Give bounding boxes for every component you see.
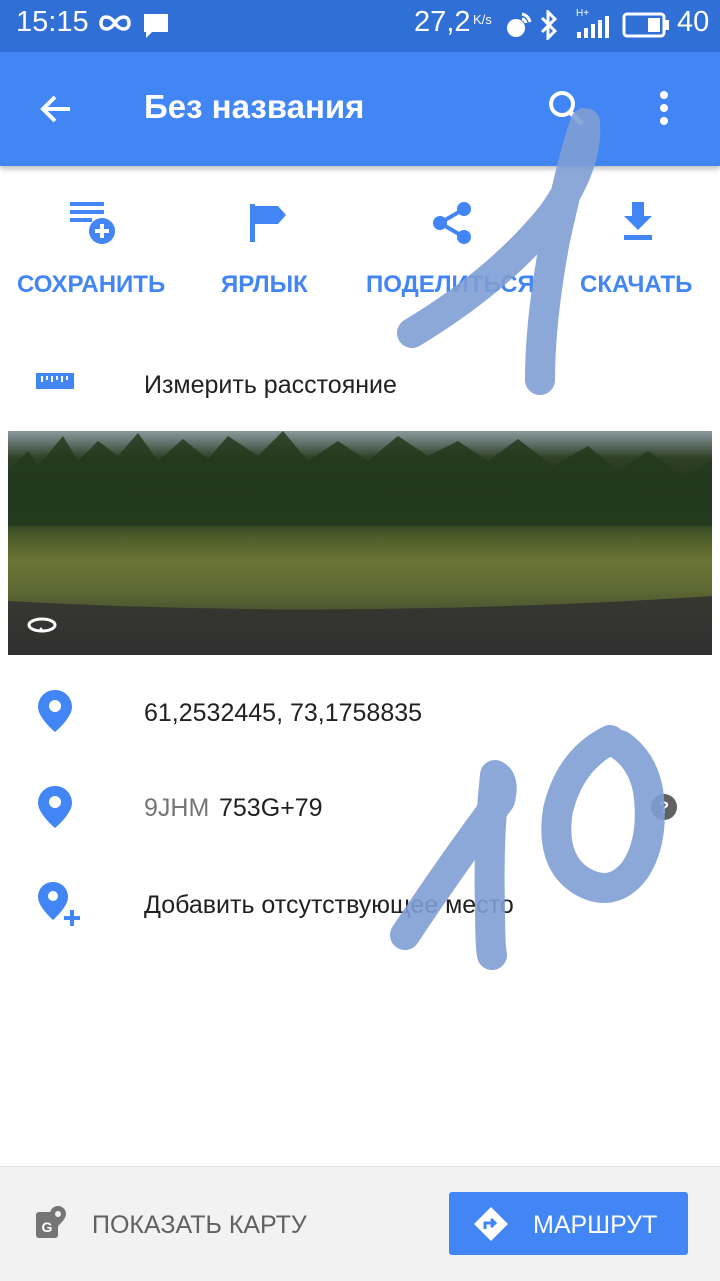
- share-label: ПОДЕЛИТЬСЯ: [366, 271, 535, 298]
- measure-distance-label: Измерить расстояние: [144, 371, 397, 399]
- plus-code-text: 753G+79: [219, 794, 323, 822]
- map-pin-icon: G: [36, 1206, 68, 1245]
- search-icon[interactable]: [546, 91, 586, 132]
- location-pin-icon: [38, 690, 72, 737]
- street-view-photo[interactable]: [8, 431, 712, 655]
- download-label: СКАЧАТЬ: [580, 271, 693, 298]
- 360-view-icon[interactable]: [26, 615, 58, 640]
- signal-icon: [576, 16, 612, 43]
- download-button[interactable]: [575, 180, 705, 320]
- flag-icon: [248, 204, 288, 247]
- bluetooth-icon: [538, 8, 560, 45]
- infinity-icon: [98, 12, 132, 39]
- more-vert-icon[interactable]: [654, 91, 674, 130]
- search-button[interactable]: [546, 88, 586, 133]
- message-icon: [142, 12, 170, 45]
- network-speed: 27,2: [414, 6, 471, 38]
- svg-text:G: G: [42, 1219, 53, 1235]
- location-pin-icon: [38, 786, 72, 833]
- coordinates-text: 61,2532445, 73,1758835: [144, 699, 423, 727]
- shortcut-label: ЯРЛЫК: [221, 271, 308, 298]
- help-icon[interactable]: ?: [651, 794, 677, 825]
- download-icon: [622, 202, 654, 245]
- battery-icon: [622, 12, 670, 43]
- plus-code-row[interactable]: [0, 764, 720, 850]
- status-bar: 15:15 27,2 K/s H+ 40: [0, 0, 720, 52]
- add-location-icon: [38, 882, 84, 933]
- directions-icon: [474, 1207, 508, 1246]
- network-speed-unit: K/s: [473, 12, 492, 27]
- back-button[interactable]: [36, 89, 76, 134]
- playlist-add-icon: [70, 198, 118, 251]
- svg-text:?: ?: [659, 798, 669, 817]
- save-label: СОХРАНИТЬ: [17, 271, 166, 298]
- battery-level: 40: [677, 6, 710, 38]
- plus-code-area: 9JHM: [144, 794, 210, 822]
- arrow-back-icon[interactable]: [36, 95, 76, 133]
- share-button[interactable]: [360, 180, 545, 320]
- status-time: 15:15: [16, 6, 89, 38]
- add-missing-place-label: Добавить отсутствующее место: [144, 891, 514, 919]
- share-icon: [432, 202, 472, 249]
- page-title: Без названия: [144, 88, 365, 125]
- ruler-icon: [36, 371, 76, 396]
- show-map-label: ПОКАЗАТЬ КАРТУ: [92, 1211, 307, 1239]
- route-label: МАРШРУТ: [533, 1211, 658, 1239]
- shortcut-button[interactable]: [210, 180, 325, 320]
- more-options-button[interactable]: [654, 90, 674, 131]
- data-sync-icon: [504, 12, 532, 45]
